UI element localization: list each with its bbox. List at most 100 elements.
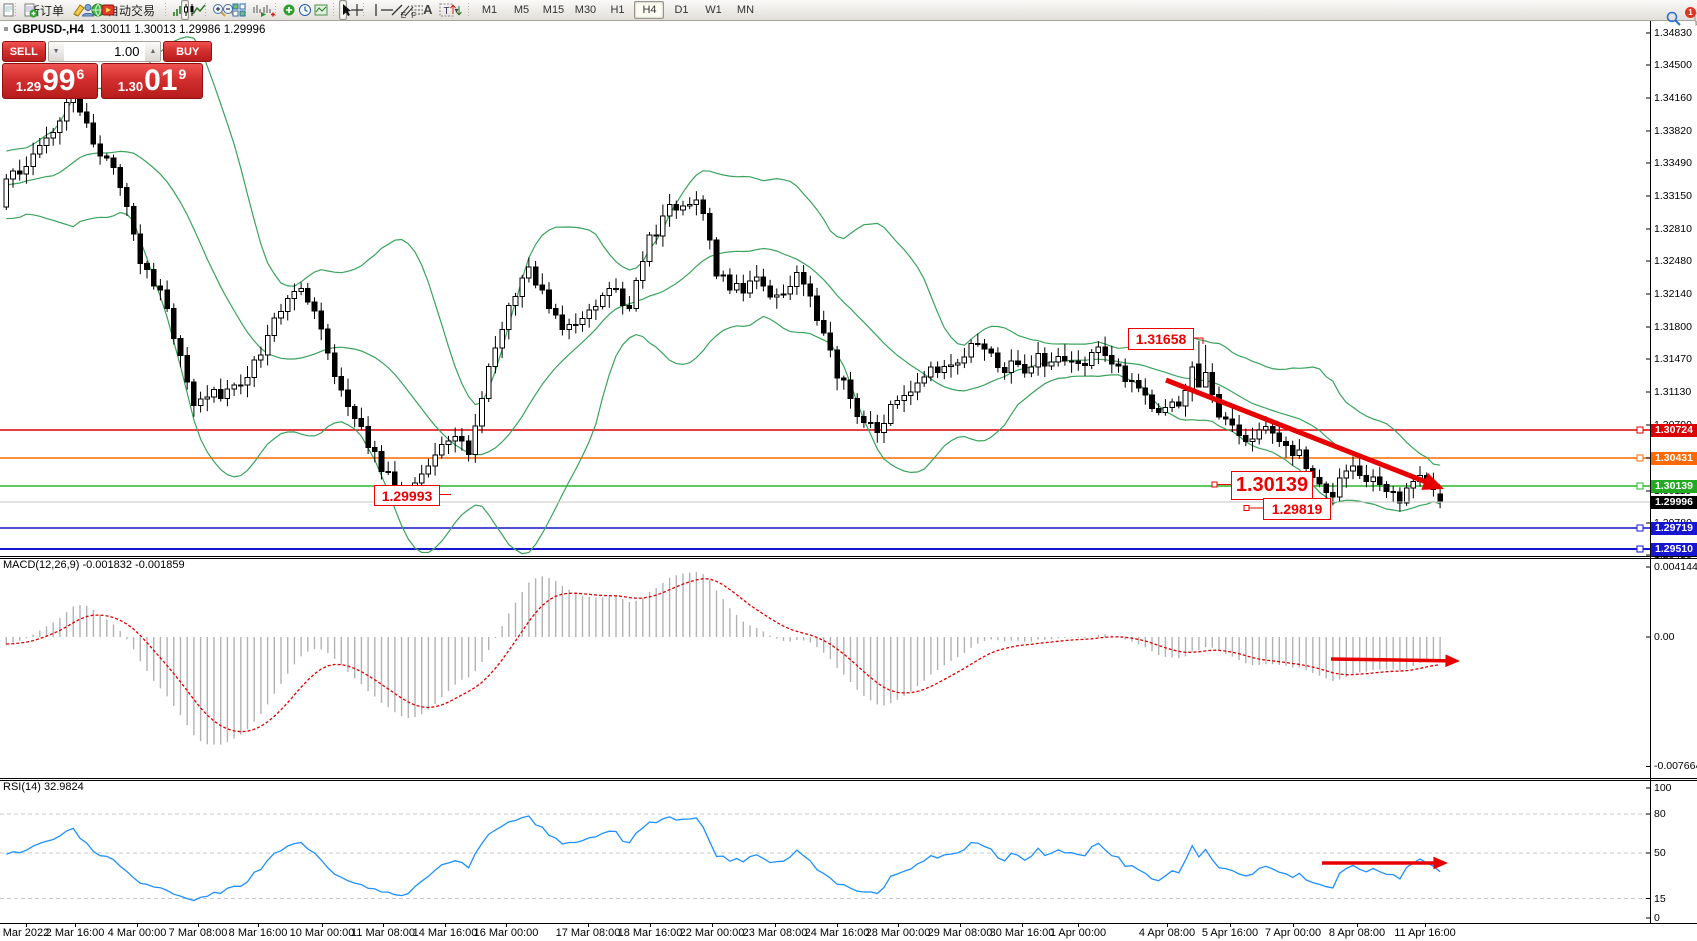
- cursor-button[interactable]: [339, 0, 347, 20]
- main-chart-pane[interactable]: [0, 20, 1697, 556]
- candle-bull: [1344, 471, 1349, 478]
- candle-bear: [1438, 494, 1443, 502]
- candle-bear: [239, 385, 244, 386]
- candle-bear: [332, 353, 337, 376]
- candle-bear: [1324, 484, 1329, 492]
- candle-bear: [145, 264, 150, 270]
- price-annotation-1.29819[interactable]: 1.29819: [1263, 498, 1331, 520]
- candle-bear: [386, 472, 391, 473]
- candle-bear: [708, 214, 713, 240]
- timeframe-mn-button[interactable]: MN: [730, 1, 760, 19]
- templates-button[interactable]: ▾: [313, 0, 327, 20]
- candle-bull: [909, 392, 914, 396]
- volume-decrease-button[interactable]: ▼: [49, 42, 64, 61]
- date-label: 4 Mar 00:00: [108, 927, 167, 939]
- trendline-button[interactable]: [389, 0, 397, 20]
- metaeditor-icon[interactable]: [80, 0, 88, 20]
- bollinger-middle: [6, 151, 1440, 484]
- candle-bull: [754, 277, 759, 281]
- candle-bull: [212, 389, 217, 397]
- candle-bull: [922, 377, 927, 383]
- text-label-button[interactable]: T: [438, 0, 446, 20]
- date-label: 16 Mar 00:00: [474, 927, 539, 939]
- candlestick-chart-button[interactable]: [181, 0, 189, 20]
- text-button[interactable]: A: [419, 0, 436, 20]
- price-annotation-1.30139[interactable]: 1.30139: [1231, 471, 1313, 500]
- hline-handle[interactable]: [1637, 546, 1643, 552]
- red-trend-arrow[interactable]: [1331, 659, 1451, 661]
- highlight-tool-icon[interactable]: [70, 0, 78, 20]
- panel-toggle-icon[interactable]: [4, 27, 8, 31]
- candle-bear: [1156, 408, 1161, 412]
- crosshair-button[interactable]: [349, 0, 357, 20]
- tile-windows-button[interactable]: [231, 0, 239, 20]
- candle-bull: [661, 216, 666, 236]
- candle-bull: [1089, 353, 1094, 366]
- candle-bull: [205, 397, 210, 399]
- candle-bull: [453, 436, 458, 440]
- chart-window-icon[interactable]: [1, 0, 9, 20]
- hline-handle[interactable]: [1637, 455, 1643, 461]
- arrow-head: [1433, 857, 1448, 870]
- horizontal-line-button[interactable]: [379, 0, 387, 20]
- line-chart-button[interactable]: [191, 0, 199, 20]
- hline-handle[interactable]: [1637, 427, 1643, 433]
- market-watch-icon[interactable]: [90, 0, 98, 20]
- red-trend-arrow[interactable]: [1166, 380, 1432, 484]
- zoom-in-button[interactable]: [211, 0, 219, 20]
- shapes-button[interactable]: ▾: [448, 0, 462, 20]
- vertical-line-button[interactable]: [369, 0, 377, 20]
- annotation-handle: [1212, 482, 1217, 487]
- fibonacci-button[interactable]: F: [409, 0, 417, 20]
- timeframe-m5-button[interactable]: M5: [506, 1, 536, 19]
- hline-handle[interactable]: [1637, 483, 1643, 489]
- indicators-button[interactable]: ▾: [281, 0, 295, 20]
- volume-input[interactable]: 1.00: [64, 42, 146, 61]
- candle-bull: [607, 289, 612, 296]
- macd-pane[interactable]: [0, 556, 1697, 778]
- candle-bear: [547, 290, 552, 308]
- candle-bull: [426, 466, 431, 474]
- bid-price-button[interactable]: 1.29 99 6: [2, 63, 98, 99]
- candle-bull: [748, 281, 753, 293]
- bar-chart-button[interactable]: [171, 0, 179, 20]
- candle-bull: [1069, 361, 1074, 362]
- price-annotation-1.29993[interactable]: 1.29993: [374, 485, 440, 506]
- autotrading-button[interactable]: 自动交易: [100, 0, 159, 20]
- hline-handle[interactable]: [1637, 525, 1643, 531]
- timeframe-w1-button[interactable]: W1: [698, 1, 728, 19]
- ask-price-button[interactable]: 1.30 01 9: [101, 63, 203, 99]
- date-label: 30 Mar 16:00: [990, 927, 1055, 939]
- price-annotation-1.31658[interactable]: 1.31658: [1128, 328, 1194, 350]
- timeframe-d1-button[interactable]: D1: [666, 1, 696, 19]
- timeframe-h4-button[interactable]: H4: [634, 1, 664, 19]
- candle-bull: [1351, 466, 1356, 471]
- candle-bull: [1371, 477, 1376, 482]
- timeframe-h1-button[interactable]: H1: [602, 1, 632, 19]
- rsi-pane[interactable]: [0, 778, 1697, 923]
- timeframe-m15-button[interactable]: M15: [538, 1, 568, 19]
- chart-shift-button[interactable]: [261, 0, 269, 20]
- notification-badge: 1: [1685, 7, 1696, 18]
- volume-increase-button[interactable]: ▲: [145, 42, 160, 61]
- auto-scroll-button[interactable]: [251, 0, 259, 20]
- candle-bear: [373, 448, 378, 452]
- candle-bear: [714, 240, 719, 276]
- price-tag-1.30724: 1.30724: [1651, 424, 1697, 437]
- buy-button[interactable]: BUY: [163, 41, 212, 62]
- new-order-button[interactable]: 新订单: [21, 0, 68, 20]
- sell-button[interactable]: SELL: [2, 41, 46, 62]
- price-tick-label: 1.32810: [1654, 223, 1697, 235]
- candle-bear: [1277, 433, 1282, 442]
- periods-button[interactable]: ▾: [297, 0, 311, 20]
- macd-tick-label: -0.007664: [1654, 760, 1697, 772]
- candle-bull: [888, 404, 893, 423]
- channel-button[interactable]: E: [399, 0, 407, 20]
- timeframe-m30-button[interactable]: M30: [570, 1, 600, 19]
- timeframe-m1-button[interactable]: M1: [474, 1, 504, 19]
- date-axis[interactable]: Mar 20222 Mar 16:004 Mar 00:007 Mar 08:0…: [0, 923, 1697, 941]
- zoom-out-button[interactable]: [221, 0, 229, 20]
- candle-bear: [158, 286, 163, 290]
- candle-bull: [1203, 372, 1208, 387]
- candle-bear: [1016, 361, 1021, 364]
